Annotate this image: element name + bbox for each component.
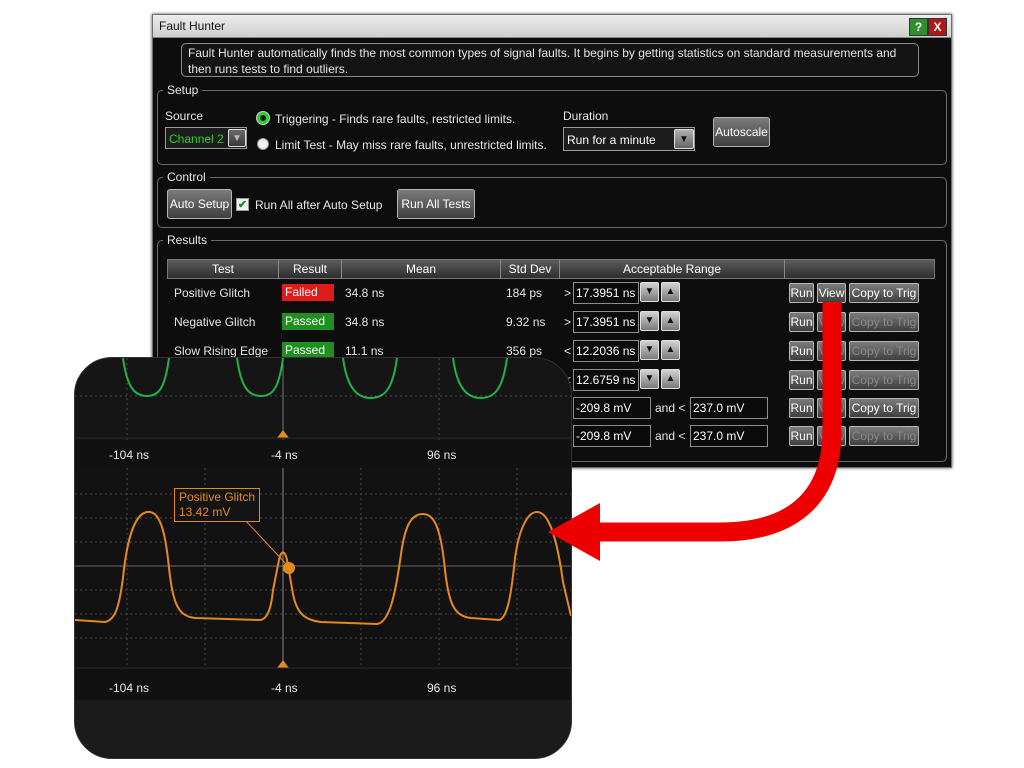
time-tick-label: -104 ns <box>109 448 150 462</box>
run-button[interactable]: Run <box>789 426 814 446</box>
view-button[interactable]: View <box>817 426 846 446</box>
copy-to-trig-button[interactable]: Copy to Trig <box>849 312 919 332</box>
range-field[interactable]: 12.2036 ns <box>573 340 639 362</box>
chevron-down-icon[interactable]: ▼ <box>674 129 694 149</box>
control-group-label: Control <box>163 170 210 184</box>
marker-label: Positive Glitch 13.42 mV <box>174 488 261 522</box>
marker-point <box>283 562 295 574</box>
table-row: Negative Glitch Passed 34.8 ns 9.32 ns >… <box>167 309 935 337</box>
time-tick-label: -4 ns <box>271 448 298 462</box>
run-button[interactable]: Run <box>789 283 814 303</box>
col-std-dev: Std Dev <box>508 262 552 276</box>
setup-group-label: Setup <box>163 83 203 97</box>
title-bar[interactable]: Fault Hunter ? X <box>153 15 951 38</box>
run-button[interactable]: Run <box>789 341 814 361</box>
chevron-down-icon[interactable]: ▼ <box>228 129 246 147</box>
run-button[interactable]: Run <box>789 370 814 390</box>
mean-value: 34.8 ns <box>345 286 385 300</box>
auto-setup-button[interactable]: Auto Setup <box>167 189 232 219</box>
run-all-tests-button[interactable]: Run All Tests <box>397 189 475 219</box>
chevron-up-icon[interactable]: ▲ <box>661 282 680 302</box>
mean-value: 11.1 ns <box>345 344 384 358</box>
test-name: Negative Glitch <box>174 315 256 329</box>
std-dev-value: 356 ps <box>506 344 543 358</box>
duration-select[interactable]: Run for a minute ▼ <box>563 127 695 151</box>
source-value: Channel 2 <box>169 132 224 146</box>
low-limit-field[interactable]: -209.8 mV <box>573 397 651 419</box>
std-dev-value: 184 ps <box>506 286 543 300</box>
low-limit-field[interactable]: -209.8 mV <box>573 425 651 447</box>
help-icon[interactable]: ? <box>909 18 928 36</box>
time-tick-label: 96 ns <box>427 681 457 695</box>
chevron-up-icon[interactable]: ▲ <box>661 340 680 360</box>
time-tick-label: 96 ns <box>427 448 457 462</box>
view-button[interactable]: View <box>817 341 846 361</box>
waveform-display <box>75 358 571 758</box>
view-button[interactable]: View <box>817 370 846 390</box>
copy-to-trig-button[interactable]: Copy to Trig <box>849 370 919 390</box>
results-group-label: Results <box>163 233 212 247</box>
triggering-option-label[interactable]: Triggering - Finds rare faults, restrict… <box>275 112 515 126</box>
range-field[interactable]: 17.3951 ns <box>573 311 639 333</box>
high-limit-field[interactable]: 237.0 mV <box>690 425 768 447</box>
run-button[interactable]: Run <box>789 398 814 418</box>
duration-label: Duration <box>563 109 609 123</box>
range-field[interactable]: 17.3951 ns <box>573 282 639 304</box>
chevron-down-icon[interactable]: ▼ <box>640 311 659 331</box>
limit-test-option-label[interactable]: Limit Test - May miss rare faults, unres… <box>275 138 547 152</box>
chevron-down-icon[interactable]: ▼ <box>640 369 659 389</box>
close-icon[interactable]: X <box>928 18 947 36</box>
limit-test-radio[interactable] <box>257 138 269 150</box>
copy-to-trig-button[interactable]: Copy to Trig <box>849 283 919 303</box>
marker-title: Positive Glitch <box>179 490 256 504</box>
copy-to-trig-button[interactable]: Copy to Trig <box>849 426 919 446</box>
chevron-down-icon[interactable]: ▼ <box>640 340 659 360</box>
view-button[interactable]: View <box>817 398 846 418</box>
range-operator: > <box>564 286 572 300</box>
waveform-inset: -104 ns -4 ns 96 ns Positive Glitch 13.4… <box>74 357 572 759</box>
setup-group <box>157 90 947 165</box>
view-button[interactable]: View <box>817 283 846 303</box>
std-dev-value: 9.32 ns <box>506 315 546 329</box>
chevron-up-icon[interactable]: ▲ <box>661 369 680 389</box>
results-table-header: Test Result Mean Std Dev Acceptable Rang… <box>167 259 935 279</box>
test-name: Slow Rising Edge <box>174 344 269 358</box>
time-tick-label: -104 ns <box>109 681 150 695</box>
triggering-radio[interactable] <box>257 112 269 124</box>
high-limit-field[interactable]: 237.0 mV <box>690 397 768 419</box>
status-badge: Passed <box>282 313 334 330</box>
col-acceptable-range: Acceptable Range <box>622 262 722 276</box>
and-label: and < <box>655 429 686 443</box>
view-button[interactable]: View <box>817 312 846 332</box>
copy-to-trig-button[interactable]: Copy to Trig <box>849 398 919 418</box>
range-field[interactable]: 12.6759 ns <box>573 369 639 391</box>
window-title: Fault Hunter <box>159 19 226 33</box>
chevron-up-icon[interactable]: ▲ <box>661 311 680 331</box>
col-mean: Mean <box>405 262 437 276</box>
range-operator: < <box>564 344 572 358</box>
range-operator: > <box>564 315 572 329</box>
and-label: and < <box>655 401 686 415</box>
time-tick-label: -4 ns <box>271 681 298 695</box>
mean-value: 34.8 ns <box>345 315 385 329</box>
description-text: Fault Hunter automatically finds the mos… <box>181 43 919 77</box>
autoscale-button[interactable]: Autoscale <box>713 117 770 147</box>
status-badge: Failed <box>282 284 334 301</box>
chevron-down-icon[interactable]: ▼ <box>640 282 659 302</box>
copy-to-trig-button[interactable]: Copy to Trig <box>849 341 919 361</box>
run-all-after-label[interactable]: Run All after Auto Setup <box>255 198 382 212</box>
table-row: Positive Glitch Failed 34.8 ns 184 ps > … <box>167 280 935 308</box>
run-all-after-checkbox[interactable]: ✔ <box>236 198 249 211</box>
marker-value: 13.42 mV <box>179 505 231 519</box>
test-name: Positive Glitch <box>174 286 251 300</box>
run-button[interactable]: Run <box>789 312 814 332</box>
duration-value: Run for a minute <box>567 133 656 147</box>
source-label: Source <box>165 109 204 123</box>
col-result: Result <box>292 262 327 276</box>
source-select[interactable]: Channel 2 ▼ <box>165 127 247 149</box>
col-test: Test <box>211 262 234 276</box>
